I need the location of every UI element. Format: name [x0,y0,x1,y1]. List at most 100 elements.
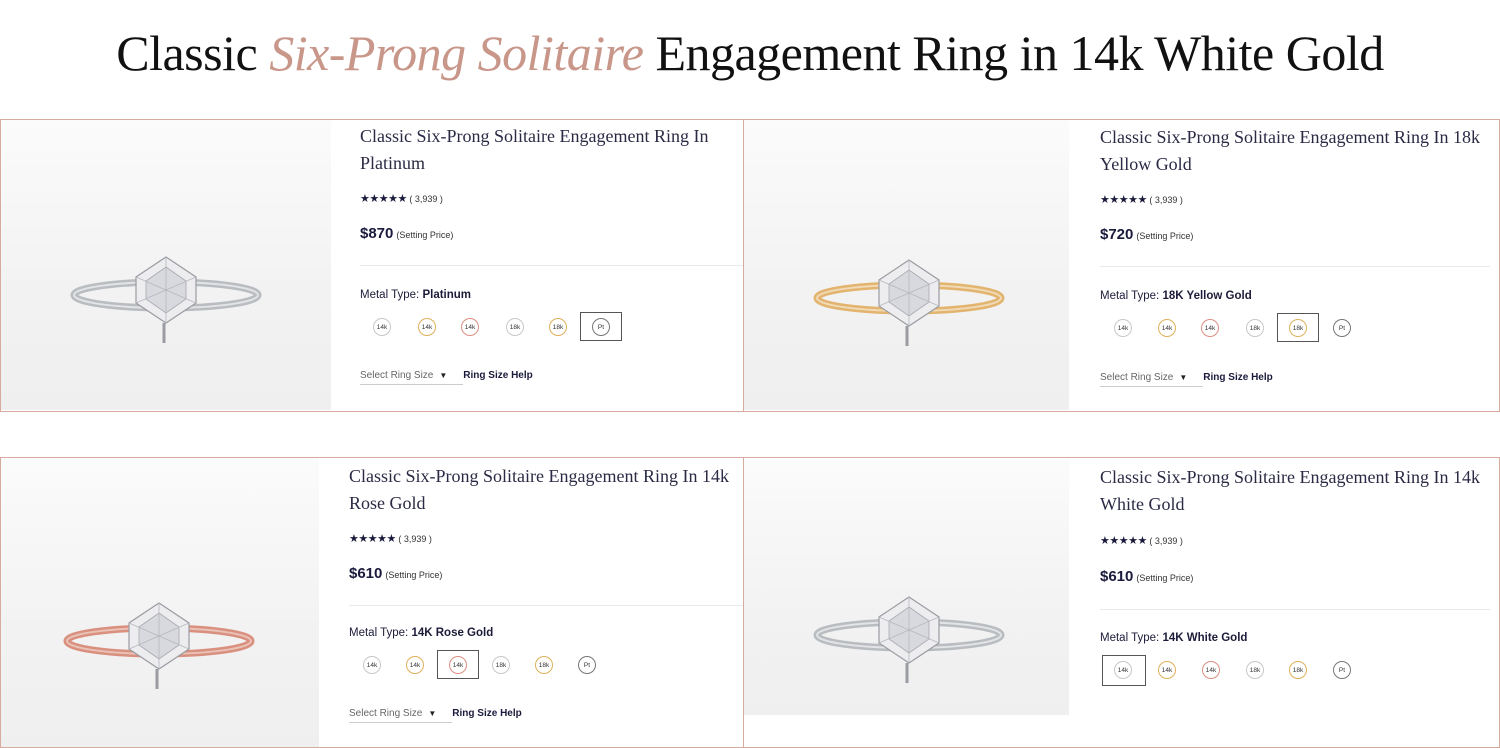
swatch-14k-white[interactable]: 14k [373,318,391,336]
ring-size-select[interactable]: Select Ring Size ▼ [1100,372,1204,387]
ring-image [813,259,1005,346]
price-note: (Setting Price) [385,570,443,580]
product-card-14k-rose[interactable]: Classic Six-Prong Solitaire Engagement R… [0,457,745,748]
review-count: ( 3,939 ) [1149,536,1183,546]
product-rating[interactable]: ★★★★★ ( 3,939 ) [1100,193,1183,206]
product-price: $720 (Setting Price) [1100,226,1193,244]
star-rating-icon: ★★★★★ [360,193,407,205]
swatch-14k-white[interactable]: 14k [1114,661,1132,679]
ring-size-help-link[interactable]: Ring Size Help [463,370,532,381]
product-info: Classic Six-Prong Solitaire Engagement R… [349,458,744,747]
price-amount: $610 [349,565,383,582]
ring-image [813,596,1005,683]
swatch-14k-white[interactable]: 14k [363,656,381,674]
swatch-14k-yellow[interactable]: 14k [418,318,436,336]
product-rating[interactable]: ★★★★★ ( 3,939 ) [360,192,443,205]
swatch-14k-rose[interactable]: 14k [1201,319,1219,337]
caret-down-icon: ▼ [428,709,437,718]
swatch-18k-white[interactable]: 18k [506,318,524,336]
product-photo[interactable] [744,120,1069,410]
ring-size-help-link[interactable]: Ring Size Help [452,708,521,719]
ring-size-help-link[interactable]: Ring Size Help [1203,372,1272,383]
product-title[interactable]: Classic Six-Prong Solitaire Engagement R… [1100,464,1499,518]
product-price: $870 (Setting Price) [360,225,453,243]
product-price: $610 (Setting Price) [1100,568,1193,586]
product-card-platinum[interactable]: Classic Six-Prong Solitaire Engagement R… [0,119,745,412]
swatch-18k-white[interactable]: 18k [1246,661,1264,679]
product-info: Classic Six-Prong Solitaire Engagement R… [1100,458,1499,747]
swatch-14k-yellow[interactable]: 14k [1158,319,1176,337]
product-photo[interactable] [1,120,331,410]
review-count: ( 3,939 ) [409,194,443,204]
product-info: Classic Six-Prong Solitaire Engagement R… [360,120,744,411]
metal-type: Metal Type: 14K Rose Gold [349,627,493,639]
star-rating-icon: ★★★★★ [349,533,396,545]
divider [1100,266,1490,267]
review-count: ( 3,939 ) [398,534,432,544]
star-rating-icon: ★★★★★ [1100,535,1147,547]
price-note: (Setting Price) [1136,573,1194,583]
ring-size-select[interactable]: Select Ring Size ▼ [360,370,464,385]
ring-image [70,256,262,343]
swatch-18k-yellow[interactable]: 18k [1289,661,1307,679]
ring-size-placeholder: Select Ring Size [349,708,423,719]
swatch-platinum[interactable]: Pt [1333,319,1351,337]
metal-type-label: Metal Type: [360,289,420,301]
swatch-platinum[interactable]: Pt [592,318,610,336]
product-photo[interactable] [744,460,1069,715]
price-note: (Setting Price) [396,230,454,240]
star-rating-icon: ★★★★★ [1100,194,1147,206]
swatch-18k-white[interactable]: 18k [1246,319,1264,337]
divider [349,605,744,606]
product-card-18k-yellow[interactable]: Classic Six-Prong Solitaire Engagement R… [743,119,1500,412]
product-card-14k-white[interactable]: Classic Six-Prong Solitaire Engagement R… [743,457,1500,748]
price-amount: $720 [1100,226,1134,243]
ring-size-placeholder: Select Ring Size [1100,372,1174,383]
metal-type-value: 14K White Gold [1162,632,1248,644]
product-rating[interactable]: ★★★★★ ( 3,939 ) [1100,534,1183,547]
heading-prefix: Classic [116,25,270,81]
ring-size-placeholder: Select Ring Size [360,370,434,381]
product-photo[interactable] [1,458,319,747]
metal-type-label: Metal Type: [349,627,409,639]
review-count: ( 3,939 ) [1149,195,1183,205]
metal-type-label: Metal Type: [1100,632,1160,644]
metal-type-label: Metal Type: [1100,290,1160,302]
swatch-14k-yellow[interactable]: 14k [1158,661,1176,679]
swatch-platinum[interactable]: Pt [578,656,596,674]
swatch-18k-yellow[interactable]: 18k [1289,319,1307,337]
product-rating[interactable]: ★★★★★ ( 3,939 ) [349,532,432,545]
caret-down-icon: ▼ [439,371,448,380]
heading-accent: Six-Prong Solitaire [269,25,644,81]
swatch-14k-yellow[interactable]: 14k [406,656,424,674]
ring-size-row: Select Ring Size ▼ Ring Size Help [360,370,533,385]
swatch-18k-yellow[interactable]: 18k [549,318,567,336]
swatch-18k-white[interactable]: 18k [492,656,510,674]
metal-type: Metal Type: 14K White Gold [1100,632,1247,644]
swatch-platinum[interactable]: Pt [1333,661,1351,679]
swatch-14k-white[interactable]: 14k [1114,319,1132,337]
metal-type: Metal Type: Platinum [360,289,471,301]
ring-size-row: Select Ring Size ▼ Ring Size Help [349,708,522,723]
swatch-14k-rose[interactable]: 14k [1202,661,1220,679]
swatch-14k-rose[interactable]: 14k [461,318,479,336]
metal-type-value: 18K Yellow Gold [1162,290,1252,302]
metal-type: Metal Type: 18K Yellow Gold [1100,290,1252,302]
divider [360,265,744,266]
metal-type-value: Platinum [422,289,472,301]
swatch-14k-rose[interactable]: 14k [449,656,467,674]
page-heading: Classic Six-Prong Solitaire Engagement R… [0,24,1500,82]
metal-type-value: 14K Rose Gold [411,627,494,639]
product-title[interactable]: Classic Six-Prong Solitaire Engagement R… [360,123,740,177]
caret-down-icon: ▼ [1179,373,1188,382]
ring-image [63,602,255,689]
heading-suffix: Engagement Ring in 14k White Gold [643,25,1384,81]
ring-size-select[interactable]: Select Ring Size ▼ [349,708,453,723]
price-note: (Setting Price) [1136,231,1194,241]
swatch-18k-yellow[interactable]: 18k [535,656,553,674]
divider [1100,609,1490,610]
product-info: Classic Six-Prong Solitaire Engagement R… [1100,120,1499,411]
product-title[interactable]: Classic Six-Prong Solitaire Engagement R… [1100,124,1499,178]
price-amount: $870 [360,225,394,242]
product-title[interactable]: Classic Six-Prong Solitaire Engagement R… [349,463,744,517]
